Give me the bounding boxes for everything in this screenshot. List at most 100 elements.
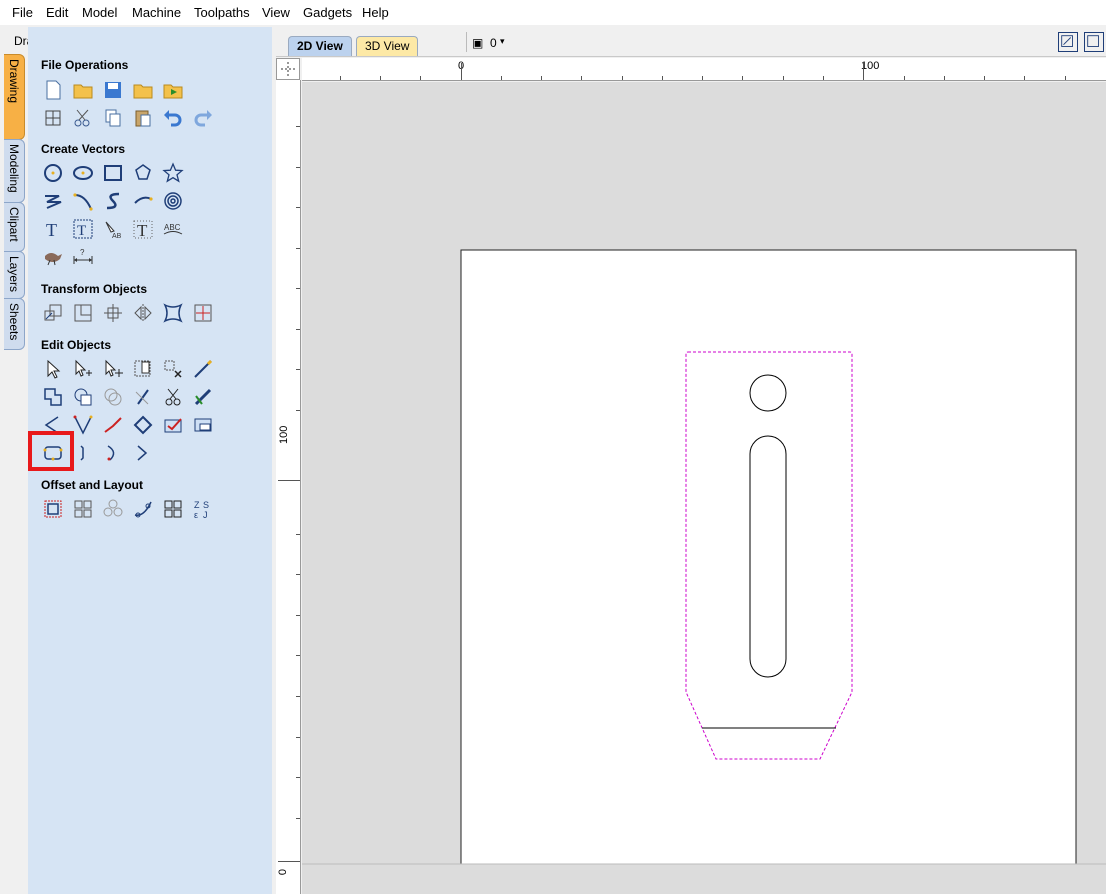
ruler-tick [420,76,421,80]
measure-icon[interactable] [192,358,214,380]
subtract-icon[interactable] [72,386,94,408]
text-on-curve-icon[interactable]: AB [102,218,124,240]
draw-curve-icon[interactable] [102,190,124,212]
set-position-icon[interactable] [192,302,214,324]
menu-edit[interactable]: Edit [46,5,68,20]
ruler-tick [296,288,300,289]
tab-drawing-label: Drawing [7,59,21,104]
tab-3d-view[interactable]: 3D View [356,36,419,56]
job-setup-icon[interactable] [42,107,64,129]
draw-ellipse-icon[interactable] [72,162,94,184]
vector-validator-icon[interactable] [162,414,184,436]
chamfer-icon[interactable] [72,414,94,436]
dimension-icon[interactable]: ? [72,246,94,268]
new-file-icon[interactable] [42,79,64,101]
tab-clipart[interactable]: Clipart [4,202,25,252]
redo-icon[interactable] [192,107,214,129]
svg-text:?: ? [80,248,85,257]
move-icon[interactable] [42,302,64,324]
weld-icon[interactable] [42,386,64,408]
tab-drawing[interactable]: Drawing [4,54,25,140]
join-icon[interactable] [132,386,154,408]
chevron-down-icon[interactable]: ▾ [500,36,505,47]
zoom-box-icon[interactable] [1084,32,1104,52]
ruler-tick [296,410,300,411]
curve-right-icon[interactable] [102,442,124,464]
menu-machine[interactable]: Machine [132,5,181,20]
array-copy-icon[interactable] [102,498,124,520]
zoom-extents-icon[interactable] [1058,32,1078,52]
transform-select-icon[interactable] [102,358,124,380]
ruler-corner[interactable] [276,58,300,80]
ruler-tick [380,76,381,80]
deselect-icon[interactable] [162,358,184,380]
scale-icon[interactable] [72,302,94,324]
menu-view[interactable]: View [262,5,290,20]
smooth-curve-icon[interactable] [102,414,124,436]
save-icon[interactable] [102,79,124,101]
tab-layers[interactable]: Layers [4,251,25,299]
select-icon[interactable] [42,358,64,380]
ruler-tick [702,76,703,80]
draw-circle-icon[interactable] [42,162,64,184]
draw-spiral-icon[interactable] [162,190,184,212]
ruler-tick [541,76,542,80]
distort-icon[interactable] [162,302,184,324]
ruler-tick [662,76,663,80]
export-icon[interactable] [162,79,184,101]
tab-sheets-label: Sheets [7,303,21,341]
auto-layout-text-icon[interactable]: T [72,218,94,240]
paste-icon[interactable] [132,107,154,129]
trim-icon[interactable] [162,386,184,408]
ruler-tick [296,737,300,738]
intersect-icon[interactable] [102,386,124,408]
draw-star-icon[interactable] [162,162,184,184]
ruler-tick [296,777,300,778]
nest-parts-icon[interactable]: ZSεJ [192,498,214,520]
svg-text:S: S [203,500,209,510]
section-transform-objects: Transform Objects [41,282,148,296]
draw-text-icon[interactable]: T [42,218,64,240]
vertical-ruler: 100 0 [276,80,301,894]
text-arc-icon[interactable]: ABC [162,218,184,240]
menu-toolpaths[interactable]: Toolpaths [194,5,250,20]
fillet-icon[interactable] [192,386,214,408]
undo-icon[interactable] [162,107,184,129]
copy-icon[interactable] [102,107,124,129]
menu-gadgets[interactable]: Gadgets [303,5,352,20]
drawing-canvas[interactable] [302,82,1106,894]
text-bend-icon[interactable]: T [132,218,154,240]
mirror-icon[interactable] [132,302,154,324]
ruler-tick [296,615,300,616]
draw-polyline-icon[interactable] [42,190,64,212]
cut-icon[interactable] [72,107,94,129]
select-all-icon[interactable] [132,358,154,380]
offset-bracket-icon[interactable] [72,442,94,464]
draw-spline-icon[interactable] [132,190,154,212]
close-vector-icon[interactable] [132,414,154,436]
rotational-array-icon[interactable] [162,498,184,520]
material-sheet [460,249,1077,865]
nesting-icon[interactable] [72,498,94,520]
tab-sheets[interactable]: Sheets [4,298,25,350]
tab-2d-view[interactable]: 2D View [288,36,352,56]
menu-help[interactable]: Help [362,5,389,20]
draw-polygon-icon[interactable] [132,162,154,184]
layer-visibility-icon[interactable]: ▣ [472,36,483,50]
copy-along-vector-icon[interactable] [132,498,154,520]
corner-icon[interactable] [132,442,154,464]
menu-model[interactable]: Model [82,5,117,20]
node-edit-icon[interactable] [72,358,94,380]
offset-icon[interactable] [42,498,64,520]
layer-count[interactable]: 0 [490,36,497,50]
section-create-vectors: Create Vectors [41,142,126,156]
menu-file[interactable]: File [12,5,33,20]
draw-arc-icon[interactable] [72,190,94,212]
align-icon[interactable] [102,302,124,324]
trace-bitmap-icon[interactable] [42,246,64,268]
bitmap-icon[interactable] [192,414,214,436]
open-file-icon[interactable] [72,79,94,101]
draw-rectangle-icon[interactable] [102,162,124,184]
tab-modeling[interactable]: Modeling [4,139,25,203]
import-icon[interactable] [132,79,154,101]
